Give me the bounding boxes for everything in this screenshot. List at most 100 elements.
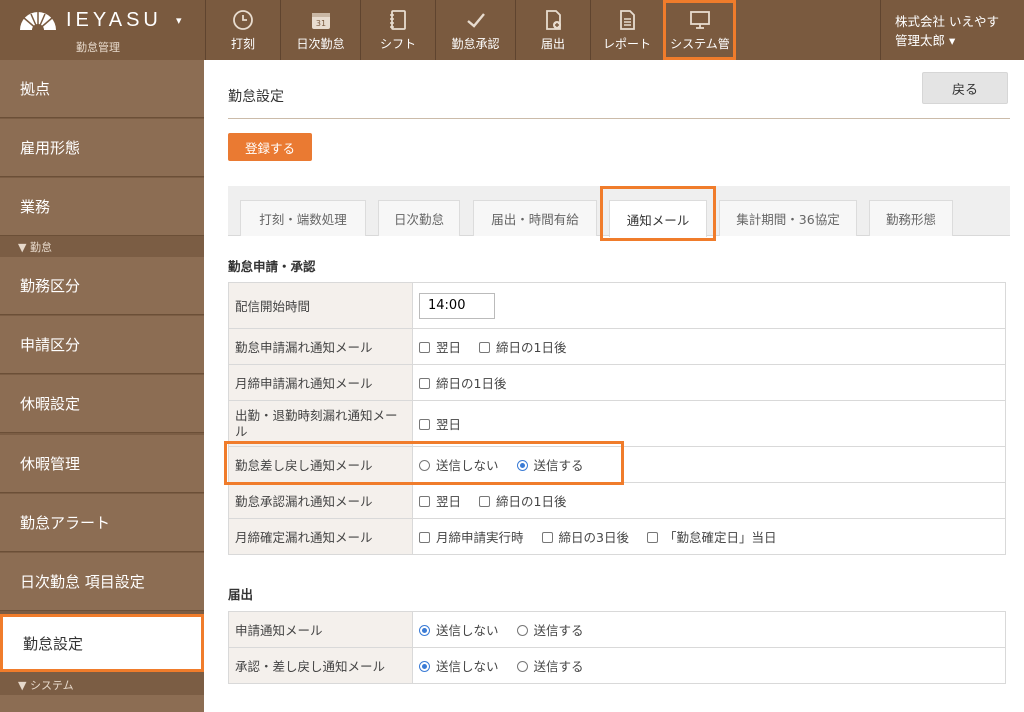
user-menu[interactable]: 株式会社 いえやす 管理太郎 ▾	[880, 0, 1024, 60]
fan-logo-icon	[20, 12, 56, 31]
nav-daily[interactable]: 31 日次勤怠	[280, 0, 360, 60]
register-button[interactable]: 登録する	[228, 133, 312, 161]
checkbox[interactable]	[479, 342, 490, 353]
tab-daily-attendance[interactable]: 日次勤怠	[378, 200, 460, 236]
tab-requests-paid-leave[interactable]: 届出・時間有給	[473, 200, 597, 236]
brand-logo[interactable]: IEYASU ▾ 勤怠管理	[0, 0, 205, 60]
row-label: 勤怠申請漏れ通知メール	[228, 328, 413, 365]
nav-punch[interactable]: 打刻	[205, 0, 280, 60]
sidebar-item-tasks[interactable]: 業務	[0, 178, 204, 236]
option-closing-plus-1[interactable]: 締日の1日後	[479, 337, 566, 356]
nav-system-label: システム管	[670, 37, 730, 51]
radio-button-selected[interactable]	[516, 460, 528, 471]
checkbox[interactable]	[419, 342, 430, 353]
brand-caret-icon[interactable]: ▾	[176, 14, 182, 27]
nav-system[interactable]: システム管	[663, 0, 736, 60]
row-value: 送信しない 送信する	[412, 647, 1006, 684]
section-title-requests: 届出	[228, 587, 254, 602]
svg-text:31: 31	[315, 19, 325, 28]
radio-button-selected[interactable]	[419, 625, 430, 636]
tab-notification-mail[interactable]: 通知メール	[609, 200, 707, 237]
user-caret-icon[interactable]: ▾	[949, 33, 955, 48]
sidebar-item-daily-fields[interactable]: 日次勤怠 項目設定	[0, 553, 204, 611]
sidebar-item-next[interactable]	[0, 695, 204, 712]
nav-requests[interactable]: 届出	[515, 0, 590, 60]
sidebar-item-leave-settings[interactable]: 休暇設定	[0, 375, 204, 433]
option-on-close-request[interactable]: 月締申請実行時	[419, 527, 524, 546]
sidebar: 拠点 雇用形態 業務 ▼ 勤怠 勤務区分 申請区分 休暇設定 休暇管理 勤怠アラ…	[0, 60, 204, 712]
option-do-not-send[interactable]: 送信しない	[419, 620, 499, 639]
brand-subtitle: 勤怠管理	[76, 41, 120, 54]
sidebar-item-attendance-alert[interactable]: 勤怠アラート	[0, 494, 204, 552]
checkbox[interactable]	[419, 496, 430, 507]
table-row: 勤怠承認漏れ通知メール 翌日 締日の1日後	[228, 482, 1006, 519]
checkbox[interactable]	[646, 532, 658, 543]
option-next-day[interactable]: 翌日	[419, 491, 461, 510]
tab-work-style[interactable]: 勤務形態	[869, 200, 953, 236]
row-label: 勤怠差し戻し通知メール	[228, 446, 413, 483]
table-row: 配信開始時間	[228, 282, 1006, 329]
table-row: 勤怠差し戻し通知メール 送信しない 送信する	[228, 446, 1006, 483]
row-label: 出勤・退勤時刻漏れ通知メール	[228, 400, 413, 447]
option-label: 締日の3日後	[558, 530, 629, 545]
nav-approval[interactable]: 勤怠承認	[435, 0, 515, 60]
sidebar-item-employment[interactable]: 雇用形態	[0, 119, 204, 177]
option-send[interactable]: 送信する	[516, 656, 584, 675]
option-send[interactable]: 送信する	[516, 620, 584, 639]
nav-shift[interactable]: シフト	[360, 0, 435, 60]
option-label: 月締申請実行時	[436, 530, 524, 545]
sidebar-section-system: ▼ システム	[18, 679, 74, 692]
option-label: 送信する	[533, 623, 584, 638]
checkbox[interactable]	[541, 532, 553, 543]
nav-punch-label: 打刻	[230, 37, 255, 51]
row-label: 配信開始時間	[228, 282, 413, 329]
option-do-not-send[interactable]: 送信しない	[419, 455, 499, 474]
checkbox[interactable]	[479, 496, 490, 507]
tab-punch-rounding[interactable]: 打刻・端数処理	[240, 200, 366, 236]
sidebar-item-request-class[interactable]: 申請区分	[0, 316, 204, 374]
start-time-input[interactable]	[419, 292, 495, 319]
radio-button[interactable]	[516, 661, 528, 672]
sidebar-section-attendance: ▼ 勤怠	[18, 241, 52, 254]
checkbox[interactable]	[419, 532, 430, 543]
option-label: 送信する	[533, 458, 584, 473]
back-button[interactable]: 戻る	[922, 72, 1008, 104]
checkmark-icon	[466, 13, 485, 28]
main-nav: 打刻 31 日次勤怠 シフト 勤怠承認 届出 レポート システム管	[205, 0, 736, 60]
option-label: 翌日	[436, 494, 462, 509]
row-label: 申請通知メール	[228, 611, 413, 648]
option-label: 翌日	[436, 417, 462, 432]
tab-aggregation-36[interactable]: 集計期間・36協定	[719, 200, 857, 236]
radio-button-selected[interactable]	[419, 661, 430, 672]
row-value: 翌日 締日の1日後	[412, 482, 1006, 519]
row-value	[412, 282, 1006, 329]
option-next-day[interactable]: 翌日	[419, 337, 461, 356]
nav-report[interactable]: レポート	[590, 0, 663, 60]
option-next-day[interactable]: 翌日	[419, 414, 461, 433]
nav-requests-label: 届出	[540, 37, 565, 51]
radio-button[interactable]	[419, 460, 430, 471]
row-label: 勤怠承認漏れ通知メール	[228, 482, 413, 519]
notebook-icon	[390, 10, 406, 30]
row-value: 翌日	[412, 400, 1006, 447]
sidebar-item-work-class[interactable]: 勤務区分	[0, 257, 204, 315]
option-closing-plus-3[interactable]: 締日の3日後	[541, 527, 629, 546]
report-icon	[620, 10, 635, 30]
sidebar-item-attendance-settings[interactable]: 勤怠設定	[0, 614, 204, 672]
option-send[interactable]: 送信する	[516, 455, 584, 474]
checkbox[interactable]	[419, 378, 430, 389]
option-closing-plus-1[interactable]: 締日の1日後	[419, 373, 506, 392]
option-do-not-send[interactable]: 送信しない	[419, 656, 499, 675]
table-row: 承認・差し戻し通知メール 送信しない 送信する	[228, 647, 1006, 684]
row-label: 承認・差し戻し通知メール	[228, 647, 413, 684]
sidebar-item-leave-management[interactable]: 休暇管理	[0, 435, 204, 493]
attendance-mail-table: 配信開始時間 勤怠申請漏れ通知メール 翌日 締日の1日後 月締申請漏れ通知メール…	[228, 282, 1006, 555]
row-value: 送信しない 送信する	[412, 446, 1006, 483]
row-label: 月締申請漏れ通知メール	[228, 364, 413, 401]
checkbox[interactable]	[419, 419, 430, 430]
option-closing-plus-1[interactable]: 締日の1日後	[479, 491, 566, 510]
page-title: 勤怠設定	[228, 89, 284, 105]
sidebar-item-location[interactable]: 拠点	[0, 60, 204, 118]
option-confirm-day[interactable]: 「勤怠確定日」当日	[646, 527, 776, 546]
radio-button[interactable]	[516, 625, 528, 636]
